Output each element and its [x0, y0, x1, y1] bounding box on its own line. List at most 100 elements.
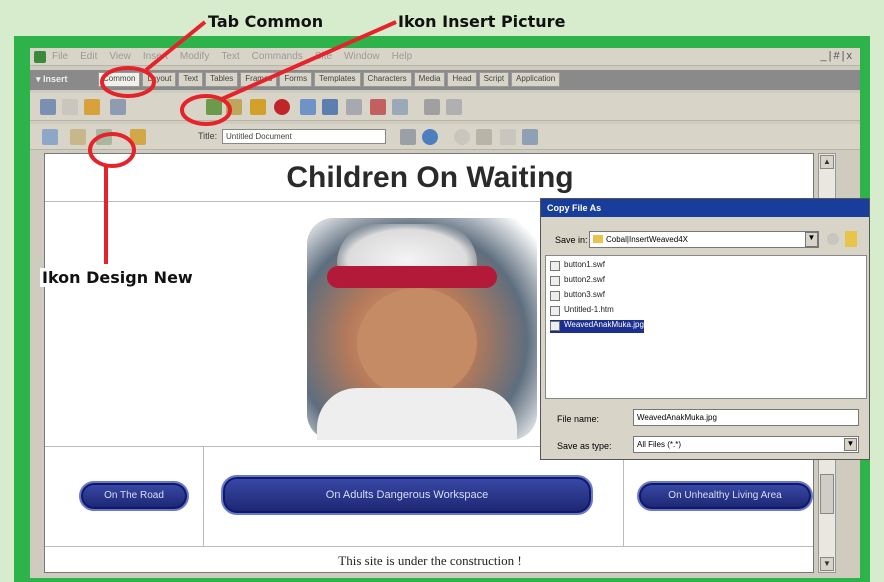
file-item[interactable]: Untitled-1.htm — [550, 305, 614, 318]
design-view-icon[interactable] — [96, 129, 112, 145]
save-type-select[interactable]: All Files (*.*) ▼ — [633, 436, 859, 453]
photo-face — [357, 288, 477, 398]
file-name: button2.swf — [564, 275, 605, 284]
menu-item-view[interactable]: View — [109, 51, 131, 62]
image-placeholder-icon[interactable] — [226, 99, 242, 115]
file-name-label: File name: — [557, 414, 600, 424]
fireworks-icon[interactable] — [250, 99, 266, 115]
on-adults-workspace-button[interactable]: On Adults Dangerous Workspace — [221, 475, 593, 515]
title-input[interactable]: Untitled Document — [222, 129, 386, 144]
tab-forms[interactable]: Forms — [279, 72, 313, 87]
preview-browser-icon[interactable] — [422, 129, 438, 145]
insert-tabs: Common Layout Text Tables Frames Forms Templat… — [98, 72, 561, 87]
image-icon[interactable] — [206, 99, 222, 115]
tab-common[interactable]: Common — [98, 72, 141, 87]
menu-item-window[interactable]: Window — [344, 51, 380, 62]
tab-media[interactable]: Media — [413, 72, 446, 87]
hyperlink-icon[interactable] — [40, 99, 56, 115]
visual-aids-icon[interactable] — [500, 129, 516, 145]
email-icon[interactable] — [62, 99, 78, 115]
tab-script[interactable]: Script — [478, 72, 510, 87]
file-name-input[interactable]: WeavedAnakMuka.jpg — [633, 409, 859, 426]
file-list[interactable]: button1.swf button2.swf button3.swf Untitle… — [545, 255, 867, 399]
save-in-value: Cobal|InsertWeaved4X — [606, 235, 688, 244]
navbar-icon[interactable] — [322, 99, 338, 115]
comment-icon[interactable] — [424, 99, 440, 115]
rollover-icon[interactable] — [300, 99, 316, 115]
tabular-data-icon[interactable] — [392, 99, 408, 115]
rule-icon[interactable] — [346, 99, 362, 115]
anchor-icon[interactable] — [84, 99, 100, 115]
tab-head[interactable]: Head — [447, 72, 477, 87]
file-item[interactable]: button1.swf — [550, 260, 605, 273]
on-the-road-button[interactable]: On The Road — [79, 481, 189, 511]
child-photo[interactable] — [307, 218, 537, 440]
scroll-down-icon[interactable]: ▼ — [820, 557, 834, 571]
tab-tables[interactable]: Tables — [205, 72, 239, 87]
date-icon[interactable] — [370, 99, 386, 115]
file-item[interactable]: WeavedAnakMuka.jpg — [550, 320, 644, 333]
folder-icon — [593, 235, 603, 243]
back-icon[interactable] — [827, 233, 839, 245]
flash-icon[interactable] — [274, 99, 290, 115]
table-icon[interactable] — [110, 99, 126, 115]
tab-layout[interactable]: Layout — [142, 72, 177, 87]
tab-templates[interactable]: Templates — [314, 72, 361, 87]
page-heading: Children On Waiting — [45, 154, 813, 202]
split-view-icon[interactable] — [70, 129, 86, 145]
file-name: button1.swf — [564, 260, 605, 269]
callout-tab-common: Tab Common — [208, 12, 324, 31]
tab-text[interactable]: Text — [178, 72, 204, 87]
document-toolbar: Title: Untitled Document — [30, 124, 860, 150]
file-name: WeavedAnakMuka.jpg — [564, 320, 644, 329]
validate-icon[interactable] — [522, 129, 538, 145]
menu-item-help[interactable]: Help — [392, 51, 413, 62]
dialog-title: Copy File As — [541, 199, 869, 217]
footer-text: This site is under the construction ! — [45, 546, 813, 572]
live-view-icon[interactable] — [130, 129, 146, 145]
app-logo-icon — [34, 51, 46, 63]
window-buttons[interactable]: _|#|x — [821, 50, 854, 62]
file-icon — [550, 291, 560, 301]
photo-cap-brim — [327, 266, 497, 288]
chevron-down-icon[interactable]: ▼ — [844, 438, 857, 451]
view-options-icon[interactable] — [476, 129, 492, 145]
scroll-thumb[interactable] — [820, 474, 834, 514]
callout-insert-picture: Ikon Insert Picture — [398, 12, 566, 31]
tab-characters[interactable]: Characters — [362, 72, 412, 87]
file-icon — [550, 261, 560, 271]
tag-chooser-icon[interactable] — [446, 99, 462, 115]
menu-item-site[interactable]: Site — [315, 51, 332, 62]
save-type-label: Save as type: — [557, 441, 612, 451]
tab-application[interactable]: Application — [511, 72, 561, 87]
file-item[interactable]: button2.swf — [550, 275, 605, 288]
menu-item-commands[interactable]: Commands — [252, 51, 303, 62]
file-name: button3.swf — [564, 290, 605, 299]
on-unhealthy-living-button[interactable]: On Unhealthy Living Area — [637, 481, 813, 511]
refresh-icon[interactable] — [454, 129, 470, 145]
file-icon — [550, 276, 560, 286]
menu-item-modify[interactable]: Modify — [180, 51, 209, 62]
menu-item-text[interactable]: Text — [221, 51, 239, 62]
menu-item-insert[interactable]: Insert — [143, 51, 168, 62]
file-item[interactable]: button3.swf — [550, 290, 605, 303]
menu-items: File Edit View Insert Modify Text Commands Site… — [52, 51, 412, 62]
file-name: Untitled-1.htm — [564, 305, 614, 314]
menu-item-file[interactable]: File — [52, 51, 68, 62]
insert-bar: ▾ Insert Common Layout Text Tables Frames For… — [30, 70, 860, 90]
common-icon-row — [30, 93, 860, 121]
save-in-select[interactable]: Cobal|InsertWeaved4X — [589, 231, 819, 248]
file-icon — [550, 306, 560, 316]
cell-divider — [623, 447, 624, 547]
menu-bar: File Edit View Insert Modify Text Commands Site… — [30, 48, 860, 66]
tab-frames[interactable]: Frames — [240, 72, 278, 87]
photo-shirt — [317, 388, 517, 440]
file-management-icon[interactable] — [400, 129, 416, 145]
layer-icon[interactable] — [134, 99, 150, 115]
scroll-up-icon[interactable]: ▲ — [820, 155, 834, 169]
menu-item-edit[interactable]: Edit — [80, 51, 97, 62]
chevron-down-icon[interactable]: ▼ — [805, 232, 818, 247]
insert-label[interactable]: ▾ Insert — [36, 74, 68, 85]
code-view-icon[interactable] — [42, 129, 58, 145]
up-folder-icon[interactable] — [845, 231, 857, 247]
